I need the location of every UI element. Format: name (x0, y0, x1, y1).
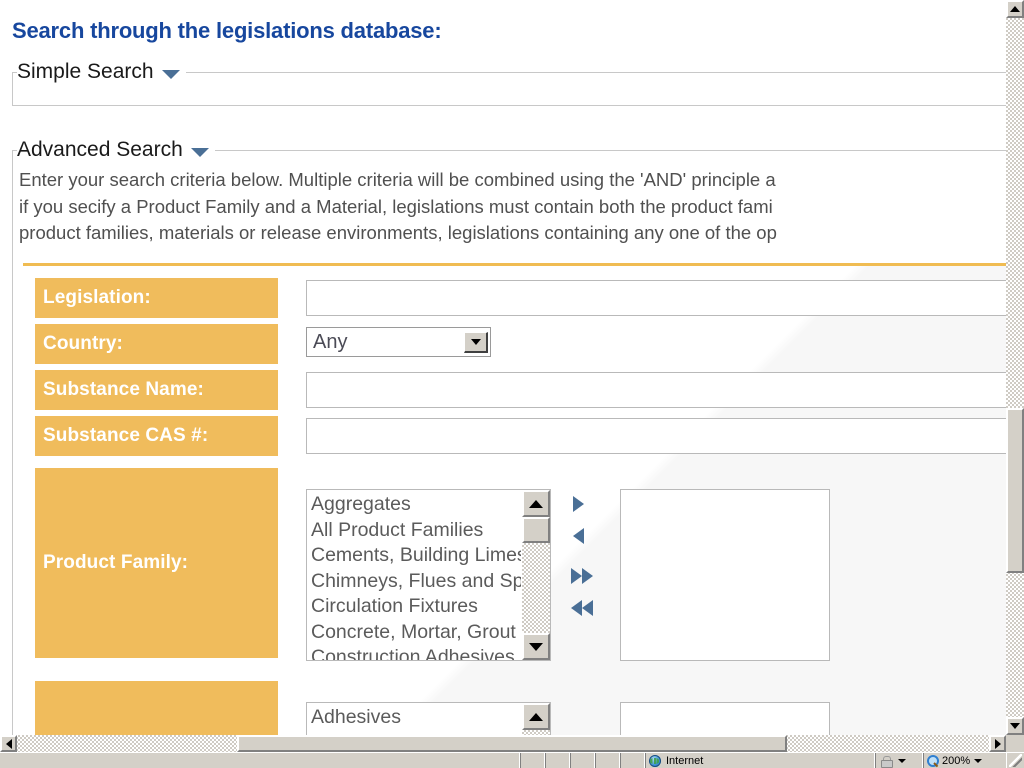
status-pane-5 (595, 753, 620, 768)
scroll-up-button[interactable] (1006, 0, 1024, 18)
chevron-down-icon[interactable] (974, 758, 983, 763)
chevron-down-icon[interactable] (898, 758, 906, 763)
legislation-label: Legislation: (35, 278, 278, 318)
scroll-right-button[interactable] (989, 735, 1006, 752)
product-family-transfer-buttons (565, 489, 615, 661)
double-arrow-right-icon (571, 568, 582, 584)
country-select[interactable]: Any (306, 327, 491, 357)
page-vertical-scrollbar[interactable] (1006, 0, 1024, 735)
double-arrow-left-icon-2 (582, 600, 593, 616)
move-all-right-button[interactable] (571, 568, 593, 584)
page-horizontal-scrollbar[interactable] (0, 735, 1006, 752)
vertical-scrollbar-thumb[interactable] (1006, 408, 1024, 573)
move-all-left-button[interactable] (571, 600, 593, 616)
country-select-value: Any (313, 331, 348, 353)
arrow-left-icon (573, 528, 584, 544)
magnifier-icon (927, 754, 939, 767)
page-title: Search through the legislations database… (12, 18, 442, 43)
arrow-right-icon (573, 496, 584, 512)
substance-cas-row: Substance CAS #: (35, 416, 1006, 456)
scrollbar-corner (1006, 735, 1024, 752)
substance-name-label: Substance Name: (35, 370, 278, 410)
browser-viewport: Search through the legislations database… (0, 0, 1024, 768)
window-resize-grip[interactable] (1007, 753, 1023, 768)
list-item[interactable]: Aggregates (307, 492, 521, 518)
legislation-input[interactable] (306, 280, 1006, 316)
description-line-1: Enter your search criteria below. Multip… (19, 169, 776, 190)
scroll-left-button[interactable] (0, 735, 17, 752)
list-item[interactable]: Concrete, Mortar, Grout and Related Prod… (307, 620, 521, 646)
substance-cas-input[interactable] (306, 418, 1006, 454)
triangle-left-icon (5, 738, 12, 749)
advanced-search-description: Enter your search criteria below. Multip… (19, 167, 1006, 247)
triangle-down-icon[interactable] (464, 331, 488, 353)
scrollbar-track[interactable] (522, 543, 550, 633)
product-family-selected-items (621, 490, 829, 660)
protected-mode-pane[interactable] (875, 753, 923, 768)
zoom-level-label: 200% (942, 754, 971, 767)
triangle-down-icon (1010, 723, 1020, 729)
material-available-items: Adhesives (307, 703, 521, 735)
status-pane-3 (545, 753, 570, 768)
material-list-scrollbar[interactable] (521, 703, 550, 735)
security-zone-label: Internet (666, 754, 704, 767)
description-line-3: product families, materials or release e… (19, 222, 777, 243)
list-item[interactable]: Cements, Building Limes and Other Hydra (307, 543, 521, 569)
scroll-down-button[interactable] (1006, 717, 1024, 735)
material-selected-list[interactable] (620, 702, 830, 735)
caret-down-icon[interactable] (161, 69, 180, 79)
zoom-level-pane[interactable]: 200% (923, 753, 1007, 768)
status-pane-2 (520, 753, 545, 768)
search-criteria-panel: Legislation: Country: Any Substance Name… (23, 263, 1006, 735)
material-label (35, 681, 278, 735)
product-family-selected-list[interactable] (620, 489, 830, 661)
triangle-up-icon[interactable] (522, 490, 550, 517)
advanced-search-section: Advanced Search Enter your search criter… (12, 136, 1006, 735)
double-arrow-left-icon (571, 600, 582, 616)
list-item[interactable]: All Product Families (307, 518, 521, 544)
status-pane-4 (570, 753, 595, 768)
triangle-right-icon (994, 738, 1001, 749)
description-line-2: if you secify a Product Family and a Mat… (19, 195, 773, 217)
country-row: Country: Any (35, 324, 1006, 364)
advanced-search-legend[interactable]: Advanced Search (17, 136, 215, 164)
list-item[interactable]: Chimneys, Flues and Specific Products (307, 569, 521, 595)
horizontal-scrollbar-thumb[interactable] (237, 735, 787, 752)
list-item[interactable]: Construction Adhesives (307, 645, 521, 660)
material-selected-items (621, 703, 829, 735)
status-pane-6 (620, 753, 645, 768)
substance-name-input[interactable] (306, 372, 1006, 408)
product-family-label: Product Family: (35, 468, 278, 658)
caret-down-icon[interactable] (190, 147, 209, 157)
simple-search-legend-label: Simple Search (17, 60, 154, 83)
advanced-search-legend-label: Advanced Search (17, 138, 183, 161)
triangle-down-icon[interactable] (522, 633, 550, 660)
security-zone-pane[interactable]: Internet (645, 753, 875, 768)
move-left-button[interactable] (573, 528, 584, 544)
scrollbar-thumb[interactable] (522, 517, 550, 543)
product-family-available-list[interactable]: Aggregates All Product Families Cements,… (306, 489, 551, 661)
page-canvas: Search through the legislations database… (0, 0, 1006, 735)
globe-icon (649, 754, 661, 767)
triangle-up-icon[interactable] (522, 703, 550, 730)
browser-status-bar: Internet 200% (0, 752, 1024, 768)
product-family-list-scrollbar[interactable] (521, 490, 550, 660)
product-family-row: Product Family: Aggregates All Product F… (35, 468, 1006, 661)
legislation-row: Legislation: (35, 278, 1006, 318)
simple-search-legend[interactable]: Simple Search (17, 58, 186, 86)
substance-name-row: Substance Name: (35, 370, 1006, 410)
substance-cas-label: Substance CAS #: (35, 416, 278, 456)
list-item[interactable]: Adhesives (307, 705, 521, 731)
triangle-up-icon (1010, 6, 1020, 12)
lock-icon (879, 755, 893, 768)
material-available-list[interactable]: Adhesives (306, 702, 551, 735)
material-row: Adhesives (35, 681, 1006, 735)
list-item[interactable]: Circulation Fixtures (307, 594, 521, 620)
double-arrow-right-icon-2 (582, 568, 593, 584)
country-label: Country: (35, 324, 278, 364)
move-right-button[interactable] (573, 496, 584, 512)
simple-search-section: Simple Search (12, 58, 1006, 106)
product-family-available-items: Aggregates All Product Families Cements,… (307, 490, 521, 660)
status-message-pane (0, 753, 520, 768)
